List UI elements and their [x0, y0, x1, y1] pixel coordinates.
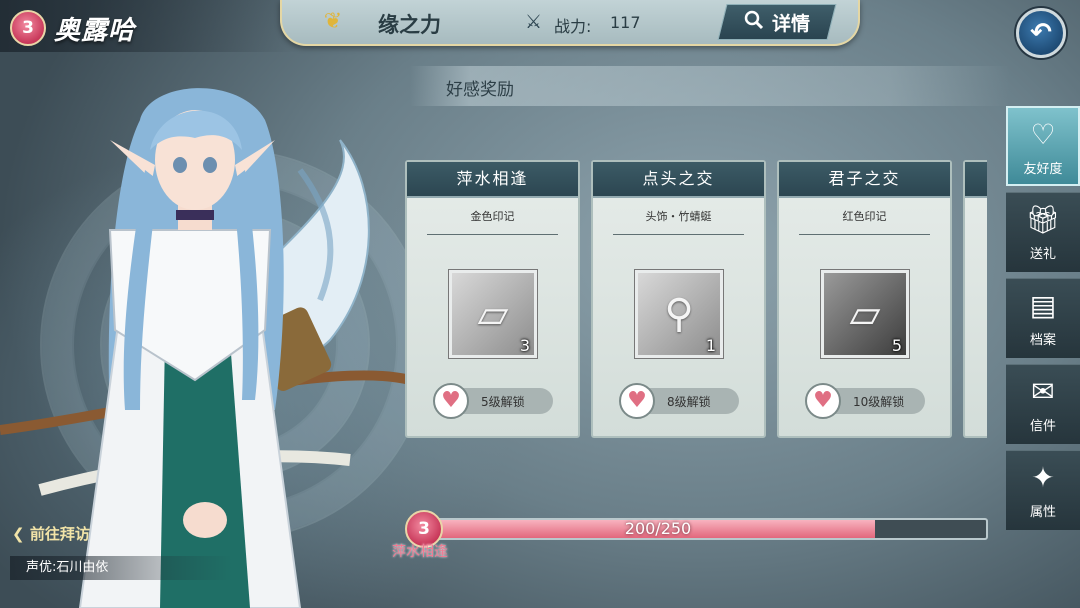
affection-progress-bar: 200/250 — [428, 518, 988, 540]
sidebar-item-label: 友好度 — [1023, 162, 1063, 177]
crossed-swords-icon: ⚔ — [525, 11, 543, 33]
power-label: 战力: — [554, 17, 592, 36]
sidebar-item-profile[interactable]: ▤ 档案 — [1006, 278, 1080, 358]
profile-icon: ▤ — [1029, 289, 1057, 322]
heart-icon: ♥ — [433, 383, 469, 419]
card-divider — [799, 234, 930, 235]
sidebar-item-gift[interactable]: 🎁︎ 送礼 — [1006, 192, 1080, 272]
item-count: 5 — [891, 336, 902, 355]
card-reward-name: 金色印记 — [470, 210, 515, 223]
visit-label: 前往拜访 — [29, 525, 90, 543]
top-title-bar: ❦ 缘之力 ⚔ 战力: 117 详情 — [280, 0, 860, 46]
unlock-requirement: ♥ 10级解锁 — [805, 383, 925, 419]
item-count: 1 — [705, 336, 716, 355]
section-title: 好感奖励 — [446, 80, 514, 100]
sidebar-item-affection[interactable]: ♡ 友好度 — [1006, 106, 1080, 186]
unlock-label: 8级解锁 — [667, 395, 711, 409]
reward-card[interactable]: 君子之交 红色印记 ▱ 5 ♥ 10级解锁 — [777, 160, 952, 438]
heart-icon: ♥ — [619, 383, 655, 419]
unlock-label: 5级解锁 — [481, 395, 525, 409]
sidebar-item-label: 属性 — [1029, 505, 1056, 520]
heart-icon: ♥ — [805, 383, 841, 419]
seal-card-dark-icon: ▱ — [849, 291, 881, 337]
detail-label: 详情 — [771, 12, 810, 35]
seal-card-icon: ▱ — [477, 291, 509, 337]
heart-icon: ♡ — [1030, 118, 1056, 151]
star-compass-icon: ✦ — [1031, 461, 1055, 494]
card-title: 点头之交 — [593, 162, 764, 198]
back-button[interactable]: ↶ — [1016, 8, 1066, 58]
search-icon — [744, 10, 764, 35]
reward-item-slot[interactable]: ▱ 3 — [448, 269, 538, 359]
sidebar-item-mail[interactable]: ✉ 信件 — [1006, 364, 1080, 444]
card-title-partial — [965, 162, 987, 198]
unlock-requirement: ♥ 8级解锁 — [619, 383, 739, 419]
unlock-label: 10级解锁 — [853, 395, 905, 409]
character-name: 奥露哈 — [54, 16, 136, 46]
reward-card[interactable]: 萍水相逢 金色印记 ▱ 3 ♥ 5级解锁 — [405, 160, 580, 438]
card-title: 君子之交 — [779, 162, 950, 198]
sidebar-item-label: 信件 — [1029, 419, 1056, 434]
mail-icon: ✉ — [1031, 375, 1055, 408]
item-count: 3 — [519, 336, 530, 355]
reward-card-list[interactable]: 萍水相逢 金色印记 ▱ 3 ♥ 5级解锁 点头之交 头饰・竹蜻蜓 ⚲ 1 ♥ 8… — [405, 160, 987, 440]
bamboo-dragonfly-icon: ⚲ — [664, 291, 694, 337]
card-divider — [613, 234, 744, 235]
progress-text: 200/250 — [624, 519, 692, 538]
reward-card[interactable]: 点头之交 头饰・竹蜻蜓 ⚲ 1 ♥ 8级解锁 — [591, 160, 766, 438]
sidebar-item-attributes[interactable]: ✦ 属性 — [1006, 450, 1080, 530]
sidebar-item-label: 档案 — [1029, 333, 1056, 348]
affection-level-badge: 3 — [10, 10, 46, 46]
golden-heart-icon: ❦ — [323, 9, 343, 34]
card-divider — [427, 234, 558, 235]
character-name-bar: 3 奥露哈 — [0, 0, 300, 52]
sidebar-item-label: 送礼 — [1029, 247, 1056, 262]
back-arrow-icon: ↶ — [1030, 18, 1052, 48]
page-title: 缘之力 — [378, 13, 441, 37]
visit-button[interactable]: ❮ 前往拜访 — [12, 523, 90, 544]
voice-actor-label: 声优:石川由依 — [10, 556, 232, 580]
detail-button[interactable]: 详情 — [717, 4, 837, 40]
card-reward-name: 头饰・竹蜻蜓 — [645, 210, 712, 223]
card-title: 萍水相逢 — [407, 162, 578, 198]
progress-stage-label: 萍水相逢 — [392, 544, 448, 560]
chevron-left-icon: ❮ — [12, 525, 25, 543]
reward-item-slot[interactable]: ⚲ 1 — [634, 269, 724, 359]
reward-card-partial[interactable] — [963, 160, 987, 438]
power-value: 117 — [610, 13, 641, 32]
right-sidebar: ♡ 友好度 🎁︎ 送礼 ▤ 档案 ✉ 信件 ✦ 属性 — [1006, 106, 1080, 536]
unlock-requirement: ♥ 5级解锁 — [433, 383, 553, 419]
gift-icon: 🎁︎ — [1025, 203, 1061, 236]
reward-item-slot[interactable]: ▱ 5 — [820, 269, 910, 359]
card-reward-name: 红色印记 — [842, 210, 887, 223]
